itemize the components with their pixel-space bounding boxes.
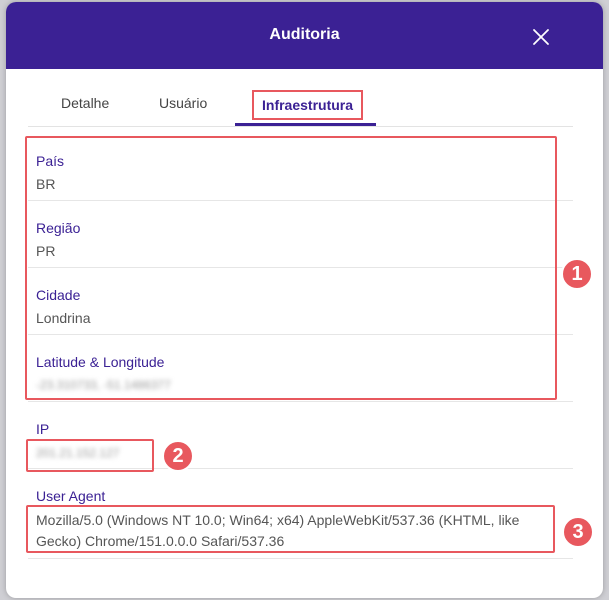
annotation-badge-3: 3 [562, 516, 594, 548]
highlight-box-user-agent [26, 505, 555, 553]
ip-label: IP [36, 421, 50, 437]
dialog-title: Auditoria [269, 26, 340, 43]
user-agent-label: User Agent [36, 488, 106, 504]
tab-bar: Detalhe Usuário Infraestrutura [28, 88, 573, 127]
highlight-box-ip [26, 439, 154, 472]
close-icon [533, 29, 549, 45]
annotation-badge-2: 2 [162, 440, 194, 472]
tab-usuario[interactable]: Usuário [159, 95, 207, 111]
active-tab-indicator [235, 123, 376, 126]
divider [28, 558, 573, 559]
audit-dialog: Auditoria Detalhe Usuário Infraestrutura… [6, 2, 603, 598]
annotation-badge-1: 1 [561, 258, 593, 290]
tab-detalhe[interactable]: Detalhe [61, 95, 109, 111]
highlight-box-location [25, 136, 557, 400]
divider [28, 401, 573, 402]
tab-infraestrutura[interactable]: Infraestrutura [252, 90, 364, 120]
dialog-header: Auditoria [6, 2, 603, 69]
close-button[interactable] [528, 24, 554, 50]
